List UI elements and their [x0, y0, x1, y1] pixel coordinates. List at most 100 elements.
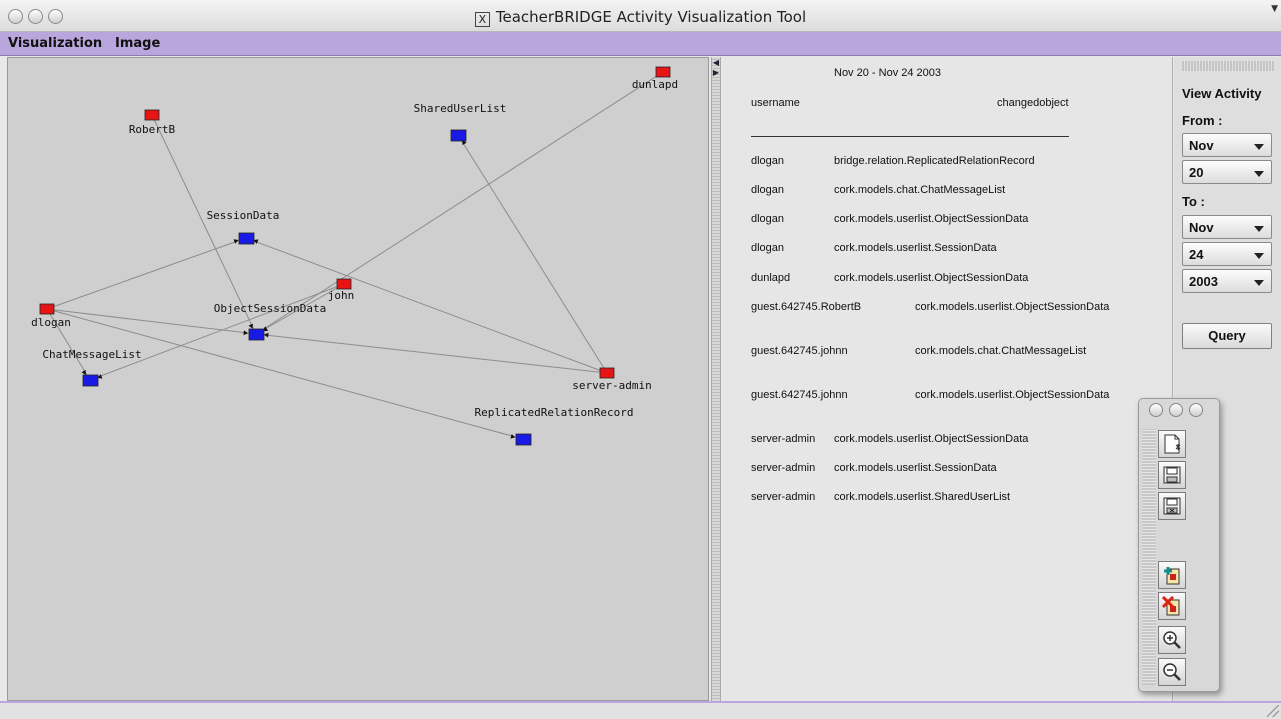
menu-visualization[interactable]: Visualization — [8, 36, 102, 51]
object-node[interactable] — [248, 328, 265, 341]
chevron-down-icon — [1254, 144, 1264, 150]
graph-edge — [46, 308, 524, 440]
object-node[interactable] — [82, 374, 99, 387]
resize-grip-icon[interactable] — [1267, 705, 1279, 717]
new-document-icon — [1164, 434, 1181, 454]
user-node-label: john — [328, 289, 355, 302]
object-node[interactable] — [450, 129, 467, 142]
to-month-value: Nov — [1189, 220, 1214, 235]
date-range: Nov 20 - Nov 24 2003 — [834, 67, 942, 79]
add-item-button[interactable] — [1158, 561, 1186, 589]
palette-grip[interactable] — [1142, 429, 1156, 685]
row-user: dlogan — [751, 184, 785, 196]
object-node[interactable] — [238, 232, 255, 245]
user-node-label: RobertB — [129, 123, 176, 136]
split-pane-divider[interactable]: ◀ ▶ — [711, 57, 721, 701]
window-title-bar: X TeacherBRIDGE Activity Visualization To… — [0, 0, 1281, 32]
row-object: cork.models.chat.ChatMessageList — [834, 184, 1006, 196]
to-month-select[interactable]: Nov — [1182, 215, 1272, 239]
row-object: cork.models.userlist.SharedUserList — [834, 491, 1011, 503]
to-day-value: 24 — [1189, 247, 1204, 262]
row-object: cork.models.userlist.SessionData — [834, 242, 997, 254]
row-object: cork.models.chat.ChatMessageList — [915, 345, 1087, 357]
edge-arrowhead — [233, 239, 239, 244]
menu-bar: Visualization Image — [0, 32, 1281, 56]
row-object: cork.models.userlist.ObjectSessionData — [834, 213, 1029, 225]
view-activity-heading: View Activity — [1182, 86, 1262, 101]
row-user: guest.642745.RobertB — [751, 301, 862, 313]
delete-item-button[interactable] — [1158, 592, 1186, 620]
edge-arrowhead — [81, 369, 86, 375]
zoom-out-icon — [1163, 663, 1181, 681]
user-node-label: server-admin — [572, 379, 651, 392]
window-title: X TeacherBRIDGE Activity Visualization To… — [0, 8, 1281, 27]
palette-zoom-button[interactable] — [1189, 403, 1203, 417]
palette-close-button[interactable] — [1149, 403, 1163, 417]
changedobject-header: changedobject — [997, 97, 1069, 109]
user-node[interactable] — [144, 109, 160, 121]
object-node-label: ChatMessageList — [42, 348, 141, 361]
object-node-label: SharedUserList — [414, 102, 507, 115]
chevron-down-icon — [1254, 253, 1264, 259]
palette-minimize-button[interactable] — [1169, 403, 1183, 417]
to-day-select[interactable]: 24 — [1182, 242, 1272, 266]
row-user: dlogan — [751, 155, 785, 167]
chevron-down-icon — [1254, 171, 1264, 177]
save-as-button[interactable] — [1158, 492, 1186, 520]
save-icon — [1163, 466, 1181, 484]
corner-arrow-icon[interactable]: ▼ — [1271, 4, 1278, 14]
user-node[interactable] — [336, 278, 352, 290]
from-month-value: Nov — [1189, 138, 1214, 153]
chevron-down-icon — [1254, 226, 1264, 232]
to-label: To : — [1182, 194, 1205, 209]
user-node-label: dlogan — [31, 316, 71, 329]
collapse-right-icon[interactable]: ▶ — [712, 68, 720, 77]
graph-edge — [89, 283, 345, 381]
graph-edge — [457, 134, 608, 374]
user-node[interactable] — [599, 367, 615, 379]
row-object: cork.models.userlist.ObjectSessionData — [915, 389, 1110, 401]
to-year-value: 2003 — [1189, 274, 1218, 289]
graph-labels: dunlapd RobertB john dlogan server-admin Shar… — [31, 78, 678, 419]
user-node-label: dunlapd — [632, 78, 678, 91]
user-node[interactable] — [655, 66, 671, 78]
row-object: cork.models.userlist.SessionData — [834, 462, 997, 474]
row-user: dlogan — [751, 242, 785, 254]
object-node-label: ObjectSessionData — [214, 302, 327, 315]
from-month-select[interactable]: Nov — [1182, 133, 1272, 157]
row-user: guest.642745.johnn — [751, 345, 848, 357]
panel-grip[interactable] — [1182, 61, 1274, 71]
from-day-select[interactable]: 20 — [1182, 160, 1272, 184]
new-document-button[interactable] — [1158, 430, 1186, 458]
x11-icon: X — [474, 12, 490, 27]
status-bar — [0, 701, 1281, 719]
to-year-select[interactable]: 2003 — [1182, 269, 1272, 293]
edge-arrowhead — [248, 323, 253, 329]
graph-panel[interactable]: dunlapd RobertB john dlogan server-admin Shar… — [7, 57, 709, 701]
menu-image[interactable]: Image — [115, 36, 160, 51]
activity-graph[interactable]: dunlapd RobertB john dlogan server-admin Shar… — [8, 58, 708, 700]
row-user: server-admin — [751, 462, 816, 474]
row-object: bridge.relation.ReplicatedRelationRecord — [834, 155, 1035, 167]
row-user: guest.642745.johnn — [751, 389, 848, 401]
object-node-label: SessionData — [207, 209, 280, 222]
tool-palette — [1138, 398, 1220, 692]
edge-arrowhead — [263, 332, 269, 338]
zoom-out-button[interactable] — [1158, 658, 1186, 686]
save-button[interactable] — [1158, 461, 1186, 489]
row-user: server-admin — [751, 491, 816, 503]
save-as-icon — [1163, 497, 1181, 515]
graph-edge — [46, 237, 247, 310]
add-item-icon — [1164, 567, 1180, 585]
delete-item-icon — [1162, 596, 1180, 616]
user-node[interactable] — [39, 303, 55, 315]
row-object: cork.models.userlist.ObjectSessionData — [915, 301, 1110, 313]
object-node[interactable] — [515, 433, 532, 446]
row-object: cork.models.userlist.ObjectSessionData — [834, 433, 1029, 445]
zoom-in-button[interactable] — [1158, 626, 1186, 654]
from-label: From : — [1182, 113, 1223, 128]
collapse-left-icon[interactable]: ◀ — [712, 58, 720, 67]
row-object: cork.models.userlist.ObjectSessionData — [834, 272, 1029, 284]
query-button[interactable]: Query — [1182, 323, 1272, 349]
row-user: dunlapd — [751, 272, 791, 284]
